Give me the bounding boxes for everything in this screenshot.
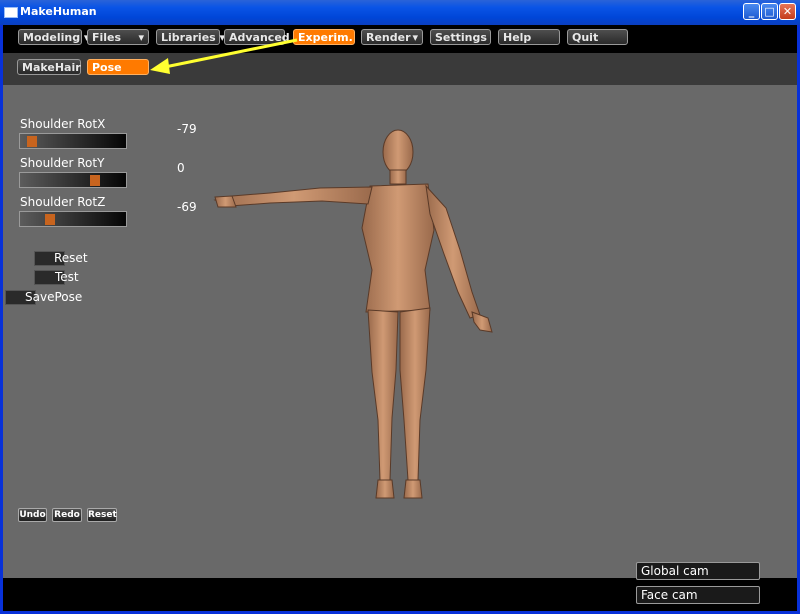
human-model[interactable] — [213, 129, 493, 499]
human-model-viewport[interactable] — [0, 0, 800, 614]
annotation-arrow — [150, 38, 298, 74]
